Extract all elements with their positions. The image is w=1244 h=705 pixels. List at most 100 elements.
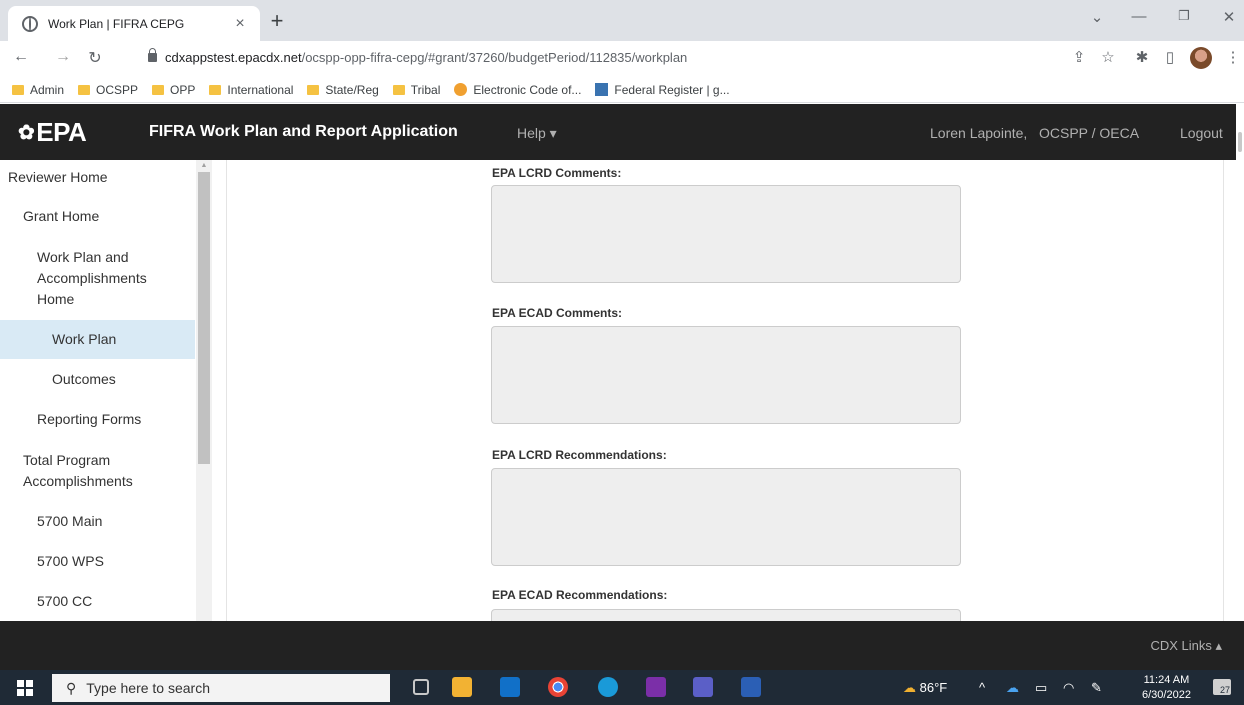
sidebar-item-work-plan-accomplishments-home[interactable]: Work Plan and Accomplishments Home <box>0 247 195 310</box>
app-footer: CDX Links ▴ <box>0 621 1244 670</box>
more-menu-icon[interactable]: ⋮ <box>1222 48 1244 66</box>
word-icon[interactable] <box>741 677 761 697</box>
pen-icon[interactable]: ✎ <box>1091 680 1102 696</box>
onedrive-icon[interactable]: ☁ <box>1006 680 1019 696</box>
side-panel-icon[interactable]: ▯ <box>1159 48 1181 66</box>
windows-start-icon[interactable] <box>17 680 33 696</box>
sidebar-scrollbar-thumb[interactable] <box>198 172 210 464</box>
edge-icon[interactable] <box>598 677 618 697</box>
epa-logo[interactable]: ✿ EPA <box>18 117 87 148</box>
tab-title: Work Plan | FIFRA CEPG <box>48 16 185 31</box>
sidebar-item-5700-cc[interactable]: 5700 CC <box>0 591 195 612</box>
restore-icon[interactable]: ❐ <box>1169 8 1199 24</box>
ecad-recommendations-label: EPA ECAD Recommendations: <box>492 588 668 602</box>
minimize-icon[interactable]: — <box>1124 8 1154 25</box>
lcrd-comments-field[interactable] <box>491 185 961 283</box>
folder-icon <box>209 84 222 95</box>
close-tab-icon[interactable]: × <box>230 15 250 33</box>
url-host: cdxappstest.epacdx.net <box>165 50 302 65</box>
share-icon[interactable]: ⇪ <box>1068 48 1090 66</box>
browser-tab[interactable]: Work Plan | FIFRA CEPG × <box>8 6 260 41</box>
bookmark-admin[interactable]: Admin <box>12 83 64 97</box>
address-bar[interactable]: cdxappstest.epacdx.net/ocspp-opp-fifra-c… <box>165 50 687 65</box>
notification-count: 27 <box>1219 685 1230 695</box>
teams-icon[interactable] <box>693 677 713 697</box>
file-explorer-icon[interactable] <box>452 677 472 697</box>
back-arrow-icon[interactable]: ← <box>10 48 32 66</box>
tab-search-icon[interactable]: ⌄ <box>1082 8 1112 26</box>
browser-toolbar: ← → ↻ cdxappstest.epacdx.net/ocspp-opp-f… <box>0 41 1244 77</box>
chrome-icon[interactable] <box>548 677 568 697</box>
weather-temp: 86°F <box>919 680 948 695</box>
bookmark-international[interactable]: International <box>209 83 293 97</box>
scroll-up-arrow-icon[interactable]: ▲ <box>198 162 210 170</box>
federal-register-icon <box>595 83 609 96</box>
ecad-comments-label: EPA ECAD Comments: <box>492 306 623 320</box>
tray-expand-icon[interactable]: ^ <box>979 680 985 695</box>
new-tab-button[interactable]: + <box>264 10 290 32</box>
sidebar-nav: Reviewer Home Grant Home Work Plan and A… <box>0 160 212 621</box>
sidebar-item-5700-main[interactable]: 5700 Main <box>0 511 195 532</box>
outlook-icon[interactable] <box>500 677 520 697</box>
sidebar-item-total-program-accomplishments[interactable]: Total Program Accomplishments <box>0 450 195 492</box>
star-icon[interactable]: ☆ <box>1097 48 1119 66</box>
help-menu[interactable]: Help ▾ <box>517 125 557 142</box>
user-org: OCSPP / OECA <box>1038 125 1140 141</box>
sidebar-item-reporting-forms[interactable]: Reporting Forms <box>0 409 195 430</box>
onenote-icon[interactable] <box>646 677 666 697</box>
notifications-icon[interactable]: 27 <box>1213 679 1231 695</box>
folder-icon <box>392 84 405 95</box>
taskbar-clock[interactable]: 11:24 AM 6/30/2022 <box>1142 673 1191 703</box>
browser-tab-strip: Work Plan | FIFRA CEPG × + ⌄ — ❐ ✕ <box>0 0 1244 41</box>
lcrd-comments-label: EPA LCRD Comments: <box>492 166 622 180</box>
user-name: Loren Lapointe, <box>930 125 1028 141</box>
lock-icon <box>148 48 157 62</box>
extensions-icon[interactable]: ✱ <box>1131 48 1153 66</box>
sidebar-item-reviewer-home[interactable]: Reviewer Home <box>0 167 195 188</box>
bookmark-ecfr[interactable]: Electronic Code of... <box>454 83 581 97</box>
task-view-icon[interactable] <box>413 679 429 695</box>
folder-icon <box>12 84 24 95</box>
folder-icon <box>152 84 165 95</box>
bookmark-federal-register[interactable]: Federal Register | g... <box>595 83 730 97</box>
clock-date: 6/30/2022 <box>1142 689 1191 701</box>
app-title[interactable]: FIFRA Work Plan and Report Application <box>149 123 458 141</box>
logout-link[interactable]: Logout <box>1180 125 1223 141</box>
profile-avatar[interactable] <box>1190 47 1212 69</box>
ecad-comments-field[interactable] <box>491 326 961 424</box>
reload-icon[interactable]: ↻ <box>84 48 106 68</box>
weather-widget[interactable]: ☁ 86°F <box>903 680 947 696</box>
sidebar-item-work-plan[interactable]: Work Plan <box>0 320 195 359</box>
globe-icon <box>22 15 38 32</box>
bookmark-tribal[interactable]: Tribal <box>392 83 440 97</box>
clock-time: 11:24 AM <box>1143 674 1190 686</box>
close-window-icon[interactable]: ✕ <box>1214 8 1244 26</box>
taskbar-search-placeholder: Type here to search <box>86 680 211 696</box>
taskbar-search-input[interactable]: ⚲ Type here to search <box>52 674 390 702</box>
cdx-links-menu[interactable]: CDX Links ▴ <box>1150 638 1222 654</box>
sidebar-item-5700-wps[interactable]: 5700 WPS <box>0 551 195 572</box>
wifi-icon[interactable]: ◠ <box>1063 680 1074 696</box>
url-path: /ocspp-opp-fifra-cepg/#grant/37260/budge… <box>301 50 688 65</box>
search-icon: ⚲ <box>66 679 77 696</box>
bookmark-state-reg[interactable]: State/Reg <box>307 83 379 97</box>
battery-icon[interactable]: ▭ <box>1035 680 1047 696</box>
lcrd-recommendations-label: EPA LCRD Recommendations: <box>492 448 667 462</box>
folder-icon <box>307 84 320 95</box>
sidebar-item-outcomes[interactable]: Outcomes <box>0 369 195 390</box>
bookmark-ocspp[interactable]: OCSPP <box>78 83 138 97</box>
folder-icon <box>78 84 91 95</box>
page-scrollbar-thumb[interactable] <box>1238 132 1242 152</box>
app-header: ✿ EPA FIFRA Work Plan and Report Applicat… <box>0 104 1244 160</box>
bookmark-opp[interactable]: OPP <box>152 83 195 97</box>
ecad-recommendations-field[interactable] <box>491 609 961 621</box>
user-info: Loren Lapointe, OCSPP / OECA <box>930 125 1139 141</box>
page-scrollbar[interactable] <box>1236 104 1244 621</box>
weather-cloud-icon: ☁ <box>903 680 916 695</box>
main-content: EPA LCRD Comments: EPA ECAD Comments: EP… <box>226 160 1224 621</box>
lcrd-recommendations-field[interactable] <box>491 468 961 566</box>
epa-flower-icon: ✿ <box>18 122 35 144</box>
sidebar-item-grant-home[interactable]: Grant Home <box>0 206 195 227</box>
forward-arrow-icon[interactable]: → <box>52 48 74 66</box>
windows-taskbar: ⚲ Type here to search ☁ 86°F ^ ☁ ▭ ◠ ✎ 1… <box>0 670 1244 705</box>
